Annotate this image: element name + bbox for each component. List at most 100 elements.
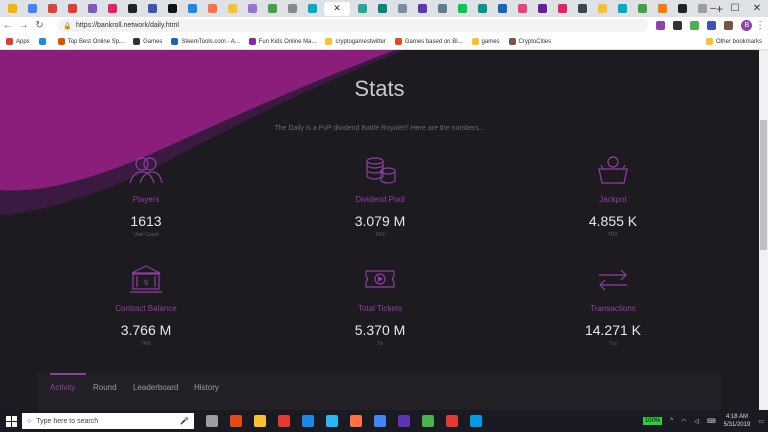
page-scrollbar[interactable] [759,50,768,410]
browser-tab[interactable] [414,2,430,16]
browser-tab[interactable] [514,2,530,16]
browser-tab[interactable] [474,2,490,16]
extension-icon[interactable] [656,21,666,30]
browser-tab[interactable] [24,2,40,16]
taskbar-app-icon[interactable] [374,415,386,427]
scrollbar-thumb[interactable] [760,120,767,250]
bookmark-item[interactable]: Fun Kids Online Ma... [248,38,316,45]
browser-tab[interactable] [224,2,240,16]
taskbar-app-icon[interactable] [326,415,338,427]
browser-tab[interactable] [494,2,510,16]
bookmark-item[interactable]: games [471,38,500,45]
bank-icon: $ [130,265,162,293]
taskbar-app-icon[interactable] [206,415,218,427]
tab-history[interactable]: History [194,383,219,392]
browser-tab[interactable] [164,2,180,16]
address-bar[interactable]: 🔒 https://bankroll.network/daily.html [57,19,649,32]
browser-tab[interactable] [64,2,80,16]
browser-tab[interactable] [84,2,100,16]
browser-tab[interactable] [674,2,690,16]
browser-tab[interactable] [44,2,60,16]
clock[interactable]: 4:18 AM 5/31/2019 [724,413,751,429]
taskbar-app-icon[interactable] [398,415,410,427]
svg-text:$: $ [143,278,148,287]
tab-round[interactable]: Round [93,383,117,392]
taskbar-app-icon[interactable] [470,415,482,427]
stat-total-tickets: Total Tickets 5.370 M Tix [300,264,460,347]
taskbar-app-icon[interactable] [254,415,266,427]
minimize-button[interactable]: – [702,0,724,17]
stat-value: 14.271 K [584,322,642,338]
browser-tab[interactable] [304,2,320,16]
bookmark-item[interactable]: Top Best Online Sp... [57,38,124,45]
browser-tab[interactable] [454,2,470,16]
browser-tab[interactable] [144,2,160,16]
taskbar-search-box[interactable]: ○ Type here to search 🎤 [22,413,194,429]
keyboard-icon[interactable]: ⌨ [707,418,716,425]
notifications-icon[interactable]: ▭ [758,418,764,425]
tab-activity[interactable]: Activity [50,383,75,392]
maximize-button[interactable]: ☐ [724,0,746,17]
menu-icon[interactable]: ⋮ [752,20,768,31]
taskbar-app-icon[interactable] [278,415,290,427]
taskbar-app-icon[interactable] [302,415,314,427]
bookmark-item[interactable]: Games based on Bl... [394,38,463,45]
browser-tab[interactable] [354,2,370,16]
tab-favicon-icon [617,4,627,13]
close-tab-icon[interactable]: ✕ [333,3,341,14]
browser-tab[interactable] [394,2,410,16]
browser-tab[interactable] [634,2,650,16]
tab-favicon-icon [247,4,257,13]
browser-tab[interactable] [534,2,550,16]
extension-icon[interactable] [707,21,717,30]
browser-tab[interactable] [594,2,610,16]
browser-tab[interactable] [104,2,120,16]
bookmark-item[interactable]: cryptogamestwitter [325,38,386,45]
bookmark-item[interactable] [38,38,49,45]
taskbar-app-icon[interactable] [446,415,458,427]
bookmark-item[interactable]: Games [133,38,162,45]
stat-dividend-pool: Dividend Pool 3.079 M TRX [300,155,460,238]
bookmark-item[interactable]: SteemTools.com - A... [171,38,240,45]
browser-tab[interactable] [264,2,280,16]
browser-tab[interactable] [374,2,390,16]
start-button[interactable] [0,410,22,432]
chevron-up-icon[interactable]: ^ [670,418,673,424]
browser-tab[interactable] [574,2,590,16]
microphone-icon[interactable]: 🎤 [180,417,189,425]
other-bookmarks[interactable]: Other bookmarks [705,38,762,45]
wifi-icon[interactable]: ◠ [681,418,686,425]
tab-favicon-icon [267,4,277,13]
browser-tab[interactable] [4,2,20,16]
browser-tab[interactable] [554,2,570,16]
reload-button[interactable]: ↻ [32,20,48,31]
tab-favicon-icon [517,4,527,13]
bookmark-label: CryptoCities [518,38,552,45]
browser-tab[interactable] [614,2,630,16]
tab-leaderboard[interactable]: Leaderboard [133,383,178,392]
browser-tab[interactable] [244,2,260,16]
extension-icon[interactable] [690,21,700,30]
taskbar-app-icon[interactable] [350,415,362,427]
taskbar-app-icon[interactable] [422,415,434,427]
browser-tab[interactable] [284,2,300,16]
extension-icon[interactable] [724,21,734,30]
tab-favicon-icon [357,4,367,13]
volume-icon[interactable]: ◁ [694,418,699,425]
browser-tab[interactable] [654,2,670,16]
browser-tab[interactable] [204,2,220,16]
extension-icon[interactable] [673,21,683,30]
profile-avatar[interactable]: B [741,20,753,31]
close-window-button[interactable]: ✕ [746,0,768,17]
bookmark-item[interactable]: CryptoCities [508,38,552,45]
browser-tab[interactable] [124,2,140,16]
taskbar-app-icon[interactable] [230,415,242,427]
bookmark-item[interactable]: Apps [6,38,30,45]
forward-button[interactable]: → [16,20,32,31]
back-button[interactable]: ← [0,20,16,31]
browser-tab[interactable] [184,2,200,16]
bookmark-favicon-icon [508,38,516,45]
browser-tab[interactable]: ✕ [324,1,350,16]
battery-indicator[interactable]: 100% [642,417,663,425]
browser-tab[interactable] [434,2,450,16]
